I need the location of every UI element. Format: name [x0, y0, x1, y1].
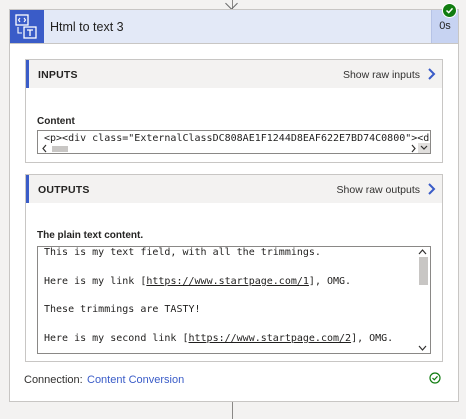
html-to-text-icon — [10, 10, 44, 43]
inputs-title: INPUTS — [38, 69, 78, 81]
action-title: Html to text 3 — [50, 20, 124, 34]
scroll-down-icon[interactable] — [418, 344, 427, 353]
inputs-header: INPUTS Show raw inputs — [26, 60, 442, 88]
output-line: This is my text field, with all the trim… — [44, 247, 321, 258]
content-field[interactable]: <p><div class="ExternalClassDC808AE1F124… — [37, 130, 431, 154]
scroll-down-icon[interactable] — [418, 143, 430, 153]
scroll-left-icon[interactable] — [41, 144, 49, 153]
outputs-section: OUTPUTS Show raw outputs The plain text … — [25, 174, 443, 362]
show-raw-outputs-link[interactable]: Show raw outputs — [337, 184, 420, 196]
output-line: Here is my second link [https://www.star… — [44, 333, 394, 344]
connection-link[interactable]: Content Conversion — [87, 374, 184, 386]
horizontal-scrollbar-thumb[interactable] — [52, 146, 68, 152]
content-value: <p><div class="ExternalClassDC808AE1F124… — [44, 133, 431, 144]
action-header[interactable]: Html to text 3 0s — [10, 10, 458, 44]
success-check-icon — [442, 3, 457, 18]
chevron-right-icon[interactable] — [426, 68, 436, 83]
output-line: These trimmings are TASTY! — [44, 304, 201, 315]
plain-text-field[interactable]: This is my text field, with all the trim… — [37, 246, 431, 354]
vertical-scrollbar-thumb[interactable] — [419, 257, 428, 285]
inputs-section: INPUTS Show raw inputs Content <p><div c… — [25, 59, 443, 163]
outputs-header: OUTPUTS Show raw outputs — [26, 175, 442, 203]
chevron-right-icon[interactable] — [426, 183, 436, 198]
show-raw-inputs-link[interactable]: Show raw inputs — [343, 69, 420, 81]
output-link[interactable]: https://www.startpage.com/1 — [146, 276, 309, 287]
plain-text-label: The plain text content. — [37, 230, 144, 241]
connection-label: Connection: — [24, 374, 83, 386]
connection-valid-icon — [429, 372, 441, 387]
flow-connector-bottom — [232, 402, 233, 419]
outputs-title: OUTPUTS — [38, 184, 90, 196]
output-line: Here is my link [https://www.startpage.c… — [44, 276, 352, 287]
action-card: Html to text 3 0s INPUTS Show raw inputs… — [9, 9, 459, 402]
scroll-right-icon[interactable] — [409, 144, 417, 153]
output-link[interactable]: https://www.startpage.com/2 — [189, 333, 352, 344]
content-label: Content — [37, 116, 75, 127]
